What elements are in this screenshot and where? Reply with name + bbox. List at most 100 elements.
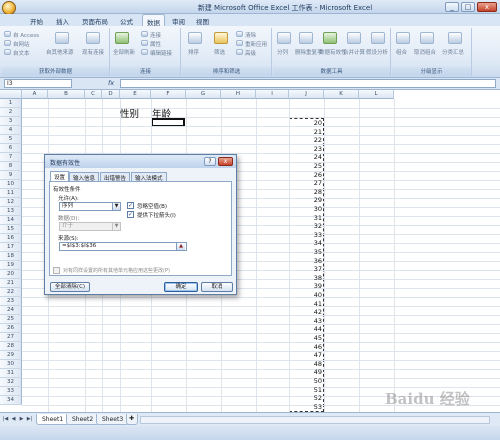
tab-ime-mode[interactable]: 输入法模式 bbox=[131, 172, 167, 182]
other-sources-button[interactable]: 自其他来源 bbox=[46, 48, 74, 56]
horizontal-scrollbar[interactable] bbox=[140, 416, 490, 424]
existing-connections-button[interactable]: 现有连接 bbox=[82, 48, 104, 56]
reapply-button[interactable]: 重新应用 bbox=[245, 40, 267, 48]
row-header-28[interactable]: 28 bbox=[0, 342, 22, 351]
sheet-tab-sheet1[interactable]: Sheet1 bbox=[36, 414, 70, 425]
row-header-23[interactable]: 23 bbox=[0, 297, 22, 306]
tab-review[interactable]: 审阅 bbox=[172, 16, 185, 26]
source-input[interactable]: =$I$3:$I$36 ▲ bbox=[59, 242, 187, 251]
edit-links-button[interactable]: 编辑链接 bbox=[150, 49, 172, 57]
row-header-22[interactable]: 22 bbox=[0, 288, 22, 297]
cell-I35[interactable]: 52 bbox=[289, 394, 322, 402]
tab-input-message[interactable]: 输入信息 bbox=[69, 172, 100, 182]
column-header-A[interactable]: A bbox=[22, 90, 48, 99]
cell-I12[interactable]: 29 bbox=[289, 196, 322, 204]
cell-I23[interactable]: 40 bbox=[289, 291, 322, 299]
from-access-button[interactable]: 自 Access bbox=[13, 31, 39, 39]
text-to-columns-button[interactable]: 分列 bbox=[277, 48, 288, 56]
row-header-5[interactable]: 5 bbox=[0, 135, 22, 144]
row-header-25[interactable]: 25 bbox=[0, 315, 22, 324]
column-header-G[interactable]: G bbox=[186, 90, 221, 99]
cell-I24[interactable]: 41 bbox=[289, 300, 322, 308]
cell-I8[interactable]: 25 bbox=[289, 162, 322, 170]
sheet-tab-sheet3[interactable]: Sheet3 bbox=[96, 414, 130, 425]
cell-I3[interactable]: 20 bbox=[289, 119, 322, 127]
row-header-32[interactable]: 32 bbox=[0, 378, 22, 387]
row-header-19[interactable]: 19 bbox=[0, 261, 22, 270]
row-header-9[interactable]: 9 bbox=[0, 171, 22, 180]
cell-I21[interactable]: 38 bbox=[289, 274, 322, 282]
cell-I28[interactable]: 45 bbox=[289, 334, 322, 342]
column-header-L[interactable]: L bbox=[359, 90, 394, 99]
row-header-31[interactable]: 31 bbox=[0, 369, 22, 378]
row-header-16[interactable]: 16 bbox=[0, 234, 22, 243]
row-header-18[interactable]: 18 bbox=[0, 252, 22, 261]
refresh-all-button[interactable]: 全部刷新 bbox=[113, 48, 135, 56]
row-header-14[interactable]: 14 bbox=[0, 216, 22, 225]
cell-I30[interactable]: 47 bbox=[289, 351, 322, 359]
row-header-15[interactable]: 15 bbox=[0, 225, 22, 234]
tab-page-layout[interactable]: 页面布局 bbox=[82, 16, 108, 26]
cancel-button[interactable]: 取消 bbox=[201, 282, 233, 292]
row-header-12[interactable]: 12 bbox=[0, 198, 22, 207]
select-all-corner[interactable] bbox=[0, 90, 22, 99]
row-header-4[interactable]: 4 bbox=[0, 126, 22, 135]
tab-home[interactable]: 开始 bbox=[30, 16, 43, 26]
cell-I32[interactable]: 49 bbox=[289, 368, 322, 376]
cell-I7[interactable]: 24 bbox=[289, 153, 322, 161]
column-header-I[interactable]: I bbox=[256, 90, 289, 99]
cell-I31[interactable]: 48 bbox=[289, 360, 322, 368]
cell-I17[interactable]: 34 bbox=[289, 239, 322, 247]
from-web-button[interactable]: 自网站 bbox=[13, 40, 30, 48]
row-header-21[interactable]: 21 bbox=[0, 279, 22, 288]
row-header-24[interactable]: 24 bbox=[0, 306, 22, 315]
row-header-17[interactable]: 17 bbox=[0, 243, 22, 252]
cell-I9[interactable]: 26 bbox=[289, 171, 322, 179]
properties-button[interactable]: 属性 bbox=[150, 40, 161, 48]
row-header-33[interactable]: 33 bbox=[0, 387, 22, 396]
minimize-button[interactable]: _ bbox=[445, 2, 459, 12]
tab-view[interactable]: 视图 bbox=[196, 16, 209, 26]
tab-insert[interactable]: 插入 bbox=[56, 16, 69, 26]
next-sheet-icon[interactable]: ▶ bbox=[18, 416, 25, 423]
row-header-6[interactable]: 6 bbox=[0, 144, 22, 153]
filter-button[interactable]: 筛选 bbox=[214, 48, 225, 56]
cell-I6[interactable]: 23 bbox=[289, 145, 322, 153]
prev-sheet-icon[interactable]: ◀ bbox=[10, 416, 17, 423]
advanced-button[interactable]: 高级 bbox=[245, 49, 256, 57]
row-header-11[interactable]: 11 bbox=[0, 189, 22, 198]
cell-E3[interactable]: 年龄 bbox=[152, 106, 171, 120]
cell-I11[interactable]: 28 bbox=[289, 188, 322, 196]
maximize-button[interactable]: □ bbox=[461, 2, 475, 12]
column-header-F[interactable]: F bbox=[151, 90, 186, 99]
cell-I10[interactable]: 27 bbox=[289, 179, 322, 187]
dropdown-checkbox[interactable]: ✓ bbox=[127, 211, 134, 218]
cell-I33[interactable]: 50 bbox=[289, 377, 322, 385]
row-header-20[interactable]: 20 bbox=[0, 270, 22, 279]
row-header-10[interactable]: 10 bbox=[0, 180, 22, 189]
cell-I4[interactable]: 21 bbox=[289, 128, 322, 136]
cell-I27[interactable]: 44 bbox=[289, 325, 322, 333]
tab-formulas[interactable]: 公式 bbox=[120, 16, 133, 26]
help-button[interactable]: ? bbox=[204, 157, 216, 166]
row-header-34[interactable]: 34 bbox=[0, 396, 22, 405]
row-header-29[interactable]: 29 bbox=[0, 351, 22, 360]
cell-I15[interactable]: 32 bbox=[289, 222, 322, 230]
cell-I14[interactable]: 31 bbox=[289, 214, 322, 222]
first-sheet-icon[interactable]: |◀ bbox=[2, 416, 9, 423]
column-header-D[interactable]: D bbox=[102, 90, 120, 99]
row-header-3[interactable]: 3 bbox=[0, 117, 22, 126]
cell-I20[interactable]: 37 bbox=[289, 265, 322, 273]
cell-I22[interactable]: 39 bbox=[289, 282, 322, 290]
connections-button[interactable]: 连接 bbox=[150, 31, 161, 39]
ungroup-button[interactable]: 取消组合 bbox=[414, 48, 436, 56]
what-if-button[interactable]: 假设分析 bbox=[366, 48, 388, 56]
row-header-27[interactable]: 27 bbox=[0, 333, 22, 342]
collapse-dialog-icon[interactable]: ▲ bbox=[176, 243, 185, 250]
office-button[interactable] bbox=[2, 1, 16, 15]
group-button[interactable]: 组合 bbox=[396, 48, 407, 56]
close-button[interactable]: x bbox=[477, 2, 497, 12]
column-header-K[interactable]: K bbox=[324, 90, 359, 99]
tab-data[interactable]: 数据 bbox=[142, 14, 165, 27]
cell-I13[interactable]: 30 bbox=[289, 205, 322, 213]
